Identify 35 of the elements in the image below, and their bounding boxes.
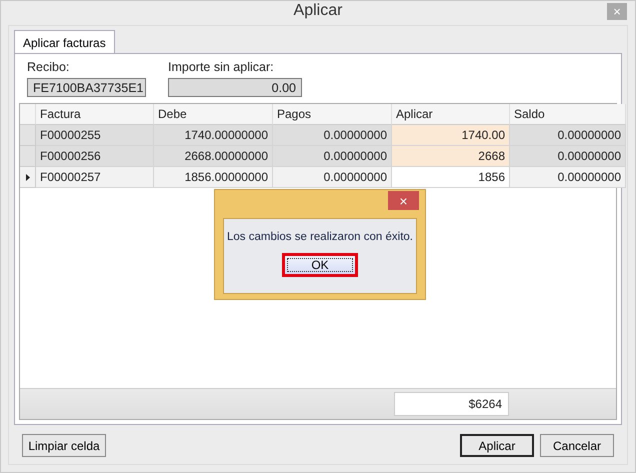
table-cell: 1740.00 [392,125,510,146]
row-indicator[interactable] [20,167,36,188]
tab[interactable]: Aplicar facturas [14,30,115,54]
table-cell: 1856.00000000 [154,167,273,188]
table-cell: F00000256 [36,146,154,167]
table-cell: 2668 [392,146,510,167]
table-cell: 0.00000000 [273,146,392,167]
table-cell: 1740.00000000 [154,125,273,146]
close-button[interactable]: × [388,191,419,210]
apply-button[interactable]: Aplicar [460,434,534,457]
table-cell: F00000255 [36,125,154,146]
column-header[interactable]: Factura [36,104,154,125]
table-cell: 2668.00000000 [154,146,273,167]
window-title: Aplicar [294,2,342,20]
cancel-button[interactable]: Cancelar [540,434,614,457]
amount-field[interactable]: 0.00 [168,78,302,97]
table-cell: 1856 [392,167,510,188]
current-row-icon [26,174,30,180]
table-cell: F00000257 [36,167,154,188]
receipt-field[interactable]: FE7100BA37735E1 [27,78,146,97]
field-label: Recibo: [27,60,70,74]
total-field: $6264 [394,392,509,416]
message-text: Los cambios se realizaron con éxito. [226,231,413,243]
ok-button[interactable]: OK [282,253,358,277]
column-header[interactable]: Debe [154,104,273,125]
table-cell: 0.00000000 [273,125,392,146]
column-header[interactable]: Pagos [273,104,392,125]
table-cell: 0.00000000 [510,167,626,188]
table-cell: 0.00000000 [510,146,626,167]
clear-cell-button[interactable]: Limpiar celda [22,434,106,457]
column-header[interactable]: Aplicar [392,104,510,125]
table-cell: 0.00000000 [273,167,392,188]
field-label: Importe sin aplicar: [168,60,275,74]
table-cell: 0.00000000 [510,125,626,146]
column-header[interactable]: Saldo [510,104,626,125]
